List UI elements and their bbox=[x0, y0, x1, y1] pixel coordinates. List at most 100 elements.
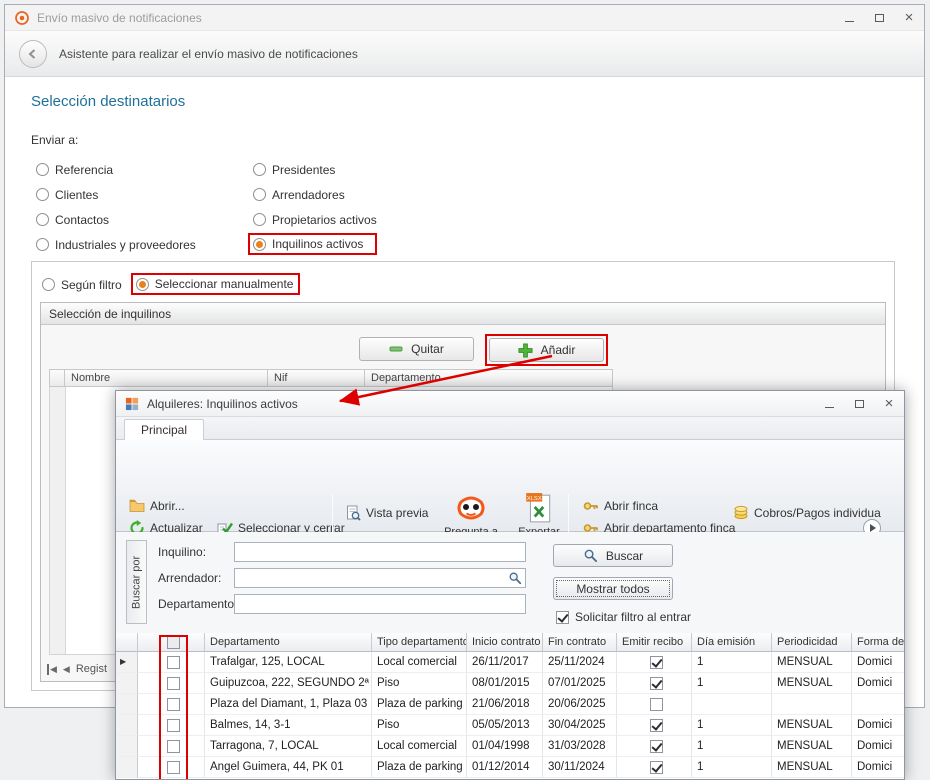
cell-inicio-contrato: 08/01/2015 bbox=[467, 673, 543, 694]
minimize-button[interactable] bbox=[814, 391, 844, 416]
mostrar-todos-button[interactable]: Mostrar todos bbox=[553, 577, 673, 600]
row-selector[interactable] bbox=[116, 673, 138, 694]
pragmatico-robot-icon bbox=[455, 492, 487, 524]
grid-column-forma-de[interactable]: Forma de bbox=[852, 633, 905, 652]
cell-emitir-recibo bbox=[617, 694, 692, 715]
arrendador-label: Arrendador: bbox=[158, 571, 221, 585]
column-header-nombre[interactable]: Nombre bbox=[65, 369, 268, 387]
grid-row-4[interactable]: Balmes, 14, 3-1Piso05/05/201330/04/20251… bbox=[116, 715, 904, 736]
row-selector[interactable] bbox=[116, 694, 138, 715]
grid-column-tipo-departamento[interactable]: Tipo departamento bbox=[372, 633, 467, 652]
vista-previa-button[interactable]: Vista previa bbox=[340, 502, 433, 524]
recipient-options-right: Presidentes ArrendadoresPropietarios acti… bbox=[253, 157, 377, 257]
child-titlebar[interactable]: Alquileres: Inquilinos activos × bbox=[116, 391, 904, 417]
child-window: Alquileres: Inquilinos activos × Princip… bbox=[115, 390, 905, 780]
emitir-recibo-checkbox[interactable] bbox=[650, 719, 663, 732]
radio-propietarios-activos[interactable] bbox=[253, 213, 266, 226]
grid-row-3[interactable]: Plaza del Diamant, 1, Plaza 03Plaza de p… bbox=[116, 694, 904, 715]
radio-contactos[interactable] bbox=[36, 213, 49, 226]
main-titlebar[interactable]: Envío masivo de notificaciones × bbox=[5, 5, 924, 31]
inquilino-input[interactable] bbox=[234, 542, 526, 562]
radio-segun-filtro[interactable] bbox=[42, 278, 55, 291]
row-select-checkbox[interactable] bbox=[167, 677, 180, 690]
row-select-checkbox[interactable] bbox=[167, 761, 180, 774]
prev-record-button[interactable]: ◀ bbox=[63, 664, 70, 675]
cell-forma-de: Domici bbox=[852, 757, 905, 778]
select-all-checkbox[interactable] bbox=[167, 636, 180, 649]
solicitar-filtro-checkbox[interactable] bbox=[556, 611, 569, 624]
row-selector[interactable] bbox=[116, 715, 138, 736]
minimize-button[interactable] bbox=[834, 5, 864, 30]
abrir-finca-button[interactable]: Abrir finca bbox=[578, 495, 663, 517]
option-presidentes[interactable]: Presidentes bbox=[253, 157, 377, 182]
emitir-recibo-checkbox[interactable] bbox=[650, 761, 663, 774]
radio-seleccionar-manualmente[interactable] bbox=[136, 278, 149, 291]
row-select-checkbox[interactable] bbox=[167, 719, 180, 732]
emitir-recibo-checkbox[interactable] bbox=[650, 698, 663, 711]
grid-column-emitir-recibo[interactable]: Emitir recibo bbox=[617, 633, 692, 652]
buscar-por-tab[interactable]: Buscar por bbox=[126, 540, 147, 624]
departamento-input[interactable] bbox=[234, 594, 526, 614]
anadir-button[interactable]: Añadir bbox=[489, 338, 604, 362]
option-clientes[interactable]: Clientes bbox=[36, 182, 196, 207]
option-segun-filtro[interactable]: Según filtro bbox=[42, 272, 122, 297]
option-inquilinos-activos[interactable]: Inquilinos activos bbox=[248, 233, 377, 255]
option-seleccionar-manualmente[interactable]: Seleccionar manualmente bbox=[131, 273, 301, 295]
back-button[interactable] bbox=[19, 40, 47, 68]
grid-column-inicio-contrato[interactable]: Inicio contrato bbox=[467, 633, 543, 652]
maximize-button[interactable] bbox=[844, 391, 874, 416]
cell-inicio-contrato: 05/05/2013 bbox=[467, 715, 543, 736]
cell-tipo-departamento: Plaza de parking bbox=[372, 757, 467, 778]
grid-row-2[interactable]: Guipuzcoa, 222, SEGUNDO 2ªPiso08/01/2015… bbox=[116, 673, 904, 694]
grid-row-1[interactable]: ▶Trafalgar, 125, LOCALLocal comercial26/… bbox=[116, 652, 904, 673]
grid-row-6[interactable]: Angel Guimera, 44, PK 01Plaza de parking… bbox=[116, 757, 904, 778]
row-select-checkbox[interactable] bbox=[167, 656, 180, 669]
radio-arrendadores[interactable] bbox=[253, 188, 266, 201]
tab-principal[interactable]: Principal bbox=[124, 419, 204, 440]
first-record-button[interactable]: ◀ bbox=[47, 664, 57, 675]
abrir-button[interactable]: Abrir... bbox=[124, 495, 190, 517]
maximize-button[interactable] bbox=[864, 5, 894, 30]
cell-tipo-departamento: Piso bbox=[372, 673, 467, 694]
option-contactos[interactable]: Contactos bbox=[36, 207, 196, 232]
row-select-checkbox[interactable] bbox=[167, 698, 180, 711]
row-select-checkbox[interactable] bbox=[167, 740, 180, 753]
option-propietarios-activos[interactable]: Propietarios activos bbox=[253, 207, 377, 232]
emitir-recibo-checkbox[interactable] bbox=[650, 677, 663, 690]
radio-referencia[interactable] bbox=[36, 163, 49, 176]
row-selector[interactable] bbox=[116, 736, 138, 757]
radio-clientes[interactable] bbox=[36, 188, 49, 201]
grid-column-dia-emision[interactable]: Día emisión bbox=[692, 633, 772, 652]
row-selector[interactable] bbox=[116, 757, 138, 778]
quitar-button[interactable]: Quitar bbox=[359, 337, 474, 361]
column-header-departamento[interactable]: Departamento bbox=[365, 369, 613, 387]
close-button[interactable]: × bbox=[874, 391, 904, 416]
column-header-nif[interactable]: Nif bbox=[268, 369, 365, 387]
radio-presidentes[interactable] bbox=[253, 163, 266, 176]
grid-column-fin-contrato[interactable]: Fin contrato bbox=[543, 633, 617, 652]
cell-emitir-recibo bbox=[617, 736, 692, 757]
arrendador-input[interactable] bbox=[234, 568, 526, 588]
emitir-recibo-checkbox[interactable] bbox=[650, 656, 663, 669]
row-selector[interactable]: ▶ bbox=[116, 652, 138, 673]
cell-dia-emision bbox=[692, 694, 772, 715]
option-industriales-y-proveedores[interactable]: Industriales y proveedores bbox=[36, 232, 196, 257]
radio-industriales-y-proveedores[interactable] bbox=[36, 238, 49, 251]
grid-column-periodicidad[interactable]: Periodicidad bbox=[772, 633, 852, 652]
cell-periodicidad: MENSUAL bbox=[772, 757, 852, 778]
option-arrendadores[interactable]: Arrendadores bbox=[253, 182, 377, 207]
buscar-button[interactable]: Buscar bbox=[553, 544, 673, 567]
cell-departamento: Tarragona, 7, LOCAL bbox=[205, 736, 372, 757]
cell-emitir-recibo bbox=[617, 715, 692, 736]
close-button[interactable]: × bbox=[894, 5, 924, 30]
radio-inquilinos-activos[interactable] bbox=[253, 238, 266, 251]
close-icon: × bbox=[905, 10, 914, 25]
grid-row-5[interactable]: Tarragona, 7, LOCALLocal comercial01/04/… bbox=[116, 736, 904, 757]
label-presidentes: Presidentes bbox=[272, 163, 335, 177]
mostrar-todos-label: Mostrar todos bbox=[576, 582, 649, 596]
arrendador-lookup-button[interactable] bbox=[508, 571, 522, 588]
grid-column-departamento[interactable]: Departamento bbox=[205, 633, 372, 652]
cell-fin-contrato: 07/01/2025 bbox=[543, 673, 617, 694]
option-referencia[interactable]: Referencia bbox=[36, 157, 196, 182]
emitir-recibo-checkbox[interactable] bbox=[650, 740, 663, 753]
